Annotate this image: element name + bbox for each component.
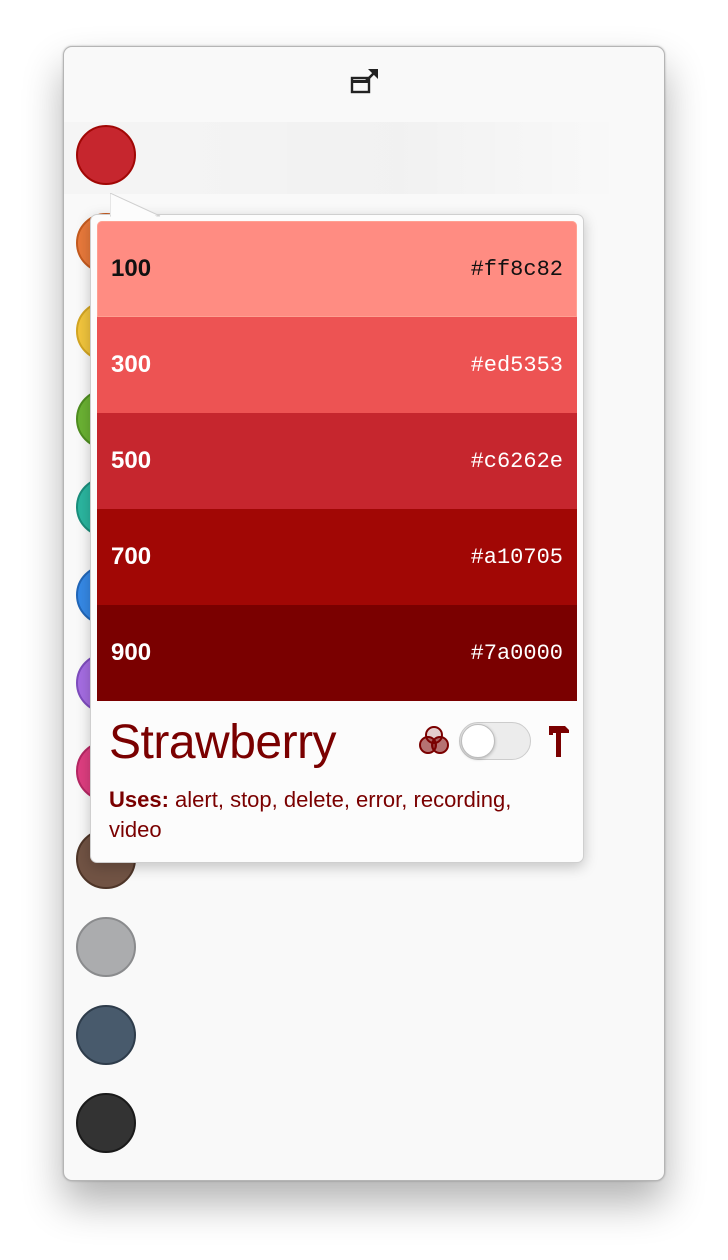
- shade-label: 900: [111, 639, 152, 666]
- shade-hex-value: #7a0000: [470, 640, 563, 666]
- shade-toggle-switch[interactable]: [459, 722, 531, 760]
- popout-button[interactable]: [348, 65, 382, 99]
- shade-row-300[interactable]: 300 #ed5353: [97, 317, 577, 413]
- popover-toolbar: [417, 721, 571, 761]
- popover-arrow: [110, 193, 161, 217]
- swatch-black[interactable]: [76, 1093, 136, 1153]
- shade-label: 100: [111, 255, 152, 282]
- shade-hex-value: #ff8c82: [470, 256, 563, 282]
- swatch-slate[interactable]: [76, 1005, 136, 1065]
- color-detail-popover: 100 #ff8c82 300 #ed5353 500 #c6262e 700 #a10705…: [90, 214, 584, 863]
- shade-label: 700: [111, 543, 152, 570]
- shade-label: 500: [111, 447, 152, 474]
- shade-hex-value: #a10705: [470, 544, 563, 570]
- toggle-knob: [461, 724, 495, 758]
- uses-label: Uses:: [109, 787, 169, 812]
- uses-text: alert, stop, delete, error, recording, v…: [109, 787, 512, 842]
- shade-hex-value: #ed5353: [470, 352, 563, 378]
- color-blend-icon[interactable]: [417, 723, 451, 759]
- uses-description: Uses: alert, stop, delete, error, record…: [109, 785, 549, 845]
- swatch-silver[interactable]: [76, 917, 136, 977]
- selected-row-highlight: [64, 122, 624, 194]
- shade-label: 300: [111, 351, 152, 378]
- hammer-icon[interactable]: [547, 723, 571, 759]
- shade-row-700[interactable]: 700 #a10705: [97, 509, 577, 605]
- shade-hex-value: #c6262e: [470, 448, 563, 474]
- shade-row-900[interactable]: 900 #7a0000: [97, 605, 577, 701]
- open-in-new-window-icon: [350, 69, 378, 94]
- shade-row-100[interactable]: 100 #ff8c82: [97, 221, 577, 317]
- shade-row-500[interactable]: 500 #c6262e: [97, 413, 577, 509]
- app-window: 100 #ff8c82 300 #ed5353 500 #c6262e 700 #a10705…: [63, 46, 665, 1181]
- swatch-strawberry[interactable]: [76, 125, 136, 185]
- color-name-title: Strawberry: [109, 716, 337, 769]
